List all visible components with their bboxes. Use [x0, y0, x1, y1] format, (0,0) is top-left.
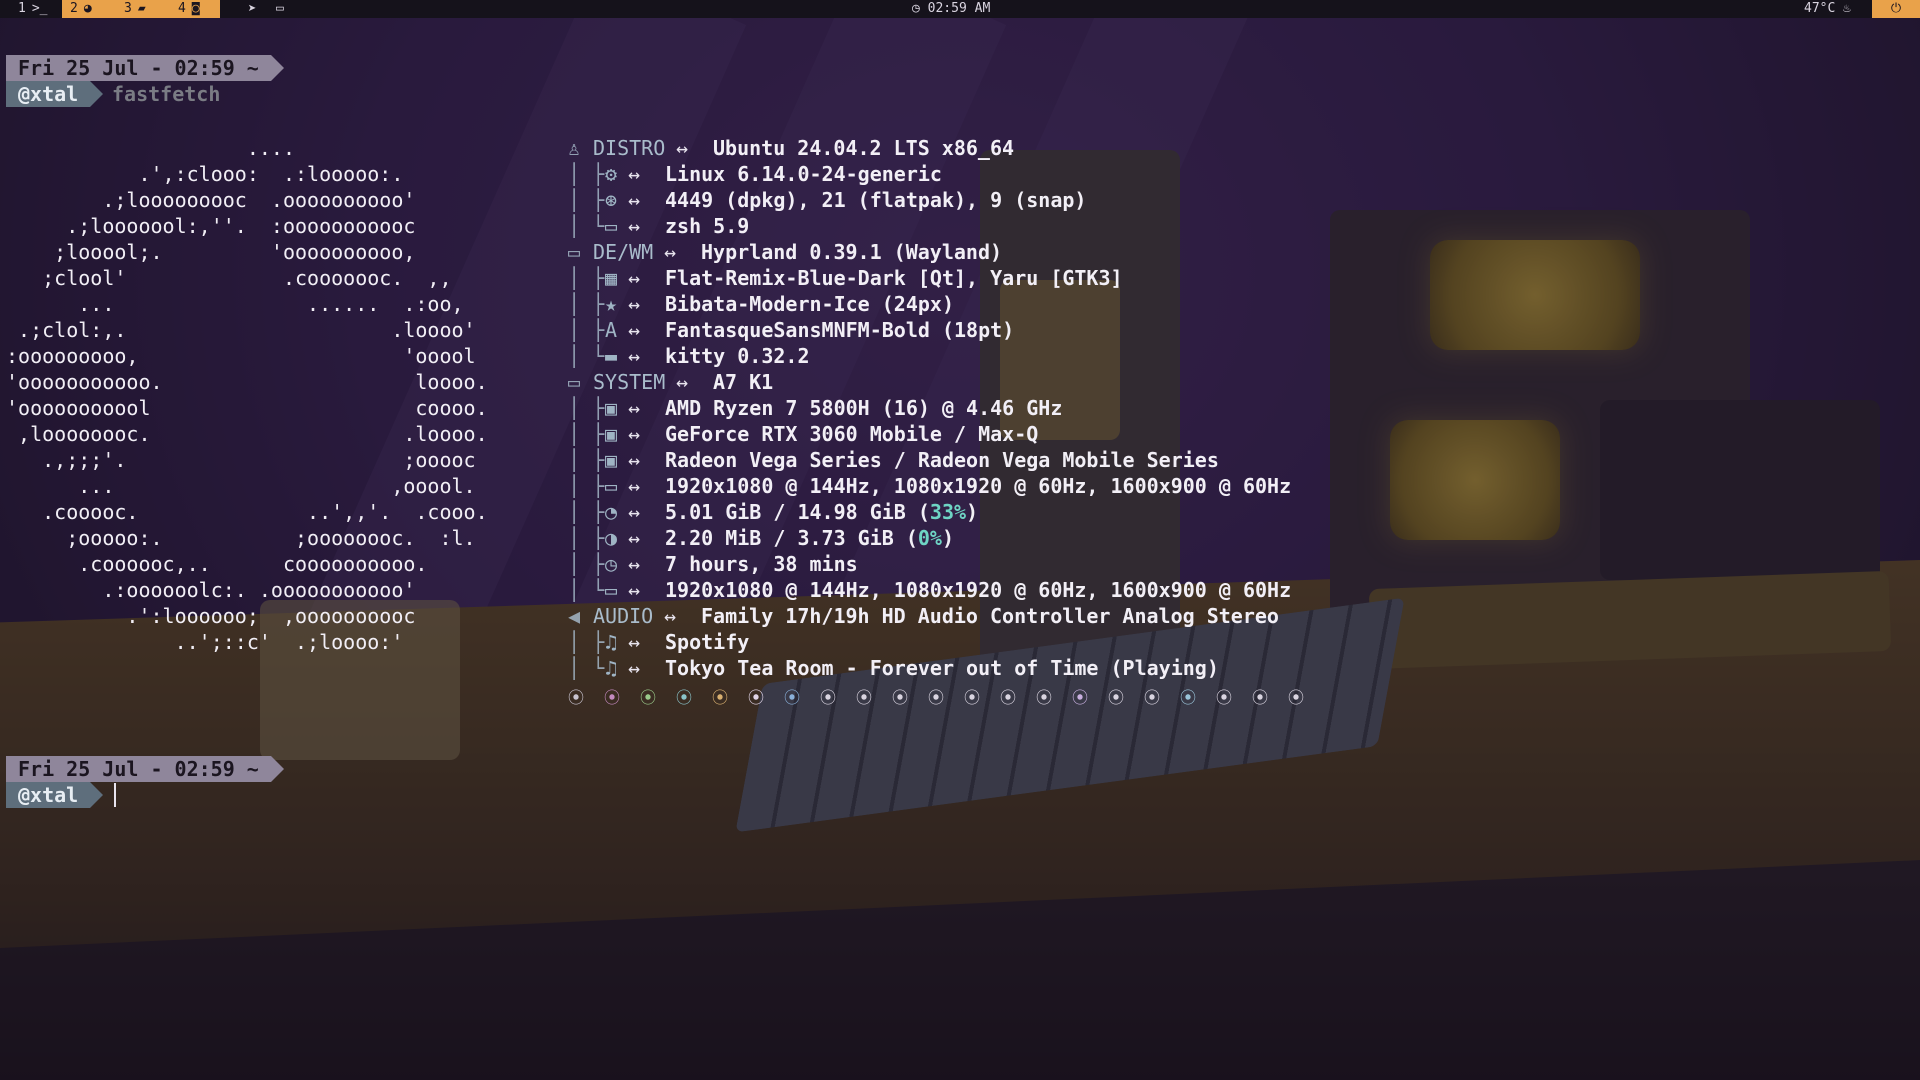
disk-icon: ◑: [605, 526, 618, 550]
player-icon: ♫: [605, 630, 618, 654]
disk-percent: 0%: [917, 526, 942, 550]
power-icon: ⏻: [1890, 1, 1902, 16]
laptop-icon: ▭: [568, 370, 581, 394]
camera-icon: ◙: [191, 1, 200, 16]
folder-icon: ▰: [137, 1, 146, 16]
info-row-player: │ ├ ♫ ↔ Spotify: [568, 630, 750, 654]
monitor-icon: ▭: [605, 578, 618, 602]
memory-icon: ◔: [605, 500, 618, 524]
package-icon: ⊛: [605, 188, 618, 212]
text-cursor[interactable]: [114, 783, 116, 807]
workspace-4-button[interactable]: 4 ◙: [178, 0, 200, 18]
clock[interactable]: ◷ 02:59 AM: [912, 0, 990, 18]
uptime-icon: ◷: [605, 552, 618, 576]
workspace-3-button[interactable]: 3 ▰: [124, 0, 146, 18]
ubuntu-ascii-logo: .... .',:clooo: .:looooo:. .;looooooooc …: [6, 136, 488, 654]
workspace-1-button[interactable]: 1 >_: [10, 0, 55, 18]
color-palette-dots: ⦿ ⦿ ⦿ ⦿ ⦿ ⦿ ⦿ ⦿ ⦿ ⦿ ⦿ ⦿ ⦿ ⦿ ⦿ ⦿ ⦿ ⦿ ⦿ ⦿ ⦿: [568, 688, 1305, 707]
terminal-icon: >_: [31, 1, 48, 16]
info-row-packages: │ ├ ⊛ ↔ 4449 (dpkg), 21 (flatpak), 9 (snap): [568, 188, 1087, 212]
info-row-disk: │ ├ ◑ ↔ 2.20 MiB / 3.73 GiB (0%): [568, 526, 955, 550]
flame-icon: ♨: [1835, 1, 1851, 16]
prompt-date-segment: Fri 25 Jul - 02:59 ~: [6, 55, 284, 81]
telegram-icon[interactable]: ➤: [248, 0, 256, 18]
info-row-kernel: │ ├ ⚙ ↔ Linux 6.14.0-24-generic: [568, 162, 942, 186]
cpu-icon: ▣: [605, 396, 618, 420]
workspace-2-button[interactable]: 2 ◕: [70, 0, 92, 18]
font-icon: A: [605, 318, 618, 342]
temperature-indicator[interactable]: 47°C ♨: [1804, 0, 1851, 18]
info-row-media: │ └ ♫ ↔ Tokyo Tea Room - Forever out of Tim…: [568, 656, 1219, 680]
workspace-number: 1: [18, 1, 26, 16]
memory-percent: 33%: [929, 500, 967, 524]
info-row-shell: │ └ ▭ ↔ zsh 5.9: [568, 214, 750, 238]
info-row-terminal: │ └ ▬ ↔ kitty 0.32.2: [568, 344, 810, 368]
terminal-icon: ▬: [605, 344, 618, 368]
prompt-date-segment: Fri 25 Jul - 02:59 ~: [6, 756, 284, 782]
distro-icon: ♙: [568, 136, 581, 160]
info-row-memory: │ ├ ◔ ↔ 5.01 GiB / 14.98 GiB (33%): [568, 500, 979, 524]
music-icon: ♫: [605, 656, 618, 680]
info-row-dewm: ▭ DE/WM ↔ Hyprland 0.39.1 (Wayland): [568, 240, 1003, 264]
fastfetch-info: ♙ DISTRO ↔ Ubuntu 24.04.2 LTS x86_64 │ ├…: [568, 135, 1292, 681]
info-row-display: │ ├ ▭ ↔ 1920x1080 @ 144Hz, 1080x1920 @ 60Hz…: [568, 474, 1292, 498]
command-text: fastfetch: [112, 82, 221, 106]
clock-icon: ◷: [912, 1, 928, 16]
monitor-icon: ▭: [605, 474, 618, 498]
prompt-user-segment: @xtal: [6, 81, 104, 107]
info-row-uptime: │ ├ ◷ ↔ 7 hours, 38 mins: [568, 552, 858, 576]
terminal-window[interactable]: Fri 25 Jul - 02:59 ~ @xtal fastfetch ...…: [0, 18, 1920, 1080]
firefox-icon: ◕: [83, 1, 92, 16]
info-row-cpu: │ ├ ▣ ↔ AMD Ryzen 7 5800H (16) @ 4.46 GHz: [568, 396, 1063, 420]
active-workspaces-group: 2 ◕ 3 ▰ 4 ◙: [62, 0, 220, 18]
info-row-audio: ◀ AUDIO ↔ Family 17h/19h HD Audio Contro…: [568, 604, 1279, 628]
speaker-icon: ◀: [568, 604, 581, 628]
desktop-icon: ▭: [568, 240, 581, 264]
gear-icon: ⚙: [605, 162, 618, 186]
theme-icon: ▦: [605, 266, 618, 290]
shell-icon: ▭: [605, 214, 618, 238]
info-row-gpu1: │ ├ ▣ ↔ GeForce RTX 3060 Mobile / Max-Q: [568, 422, 1039, 446]
info-row-distro: ♙ DISTRO ↔ Ubuntu 24.04.2 LTS x86_64: [568, 136, 1015, 160]
info-row-gpu2: │ ├ ▣ ↔ Radeon Vega Series / Radeon Vega Mo…: [568, 448, 1219, 472]
window-icon[interactable]: ▭: [276, 0, 284, 18]
top-panel: 1 >_ 2 ◕ 3 ▰ 4 ◙ ➤ ▭ ◷ 02:59 AM 47°C ♨ ⏻: [0, 0, 1920, 18]
info-row-theme: │ ├ ▦ ↔ Flat-Remix-Blue-Dark [Qt], Yaru [GT…: [568, 266, 1123, 290]
gpu-icon: ▣: [605, 422, 618, 446]
info-row-font: │ ├ A ↔ FantasqueSansMNFM-Bold (18pt): [568, 318, 1015, 342]
cursor-icon: ★: [605, 292, 618, 316]
prompt-user-segment: @xtal: [6, 782, 104, 808]
gpu-icon: ▣: [605, 448, 618, 472]
info-row-cursor: │ ├ ★ ↔ Bibata-Modern-Ice (24px): [568, 292, 954, 316]
power-button[interactable]: ⏻: [1872, 0, 1920, 18]
info-row-display2: │ └ ▭ ↔ 1920x1080 @ 144Hz, 1080x1920 @ 60Hz…: [568, 578, 1292, 602]
info-row-system: ▭ SYSTEM ↔ A7 K1: [568, 370, 774, 394]
